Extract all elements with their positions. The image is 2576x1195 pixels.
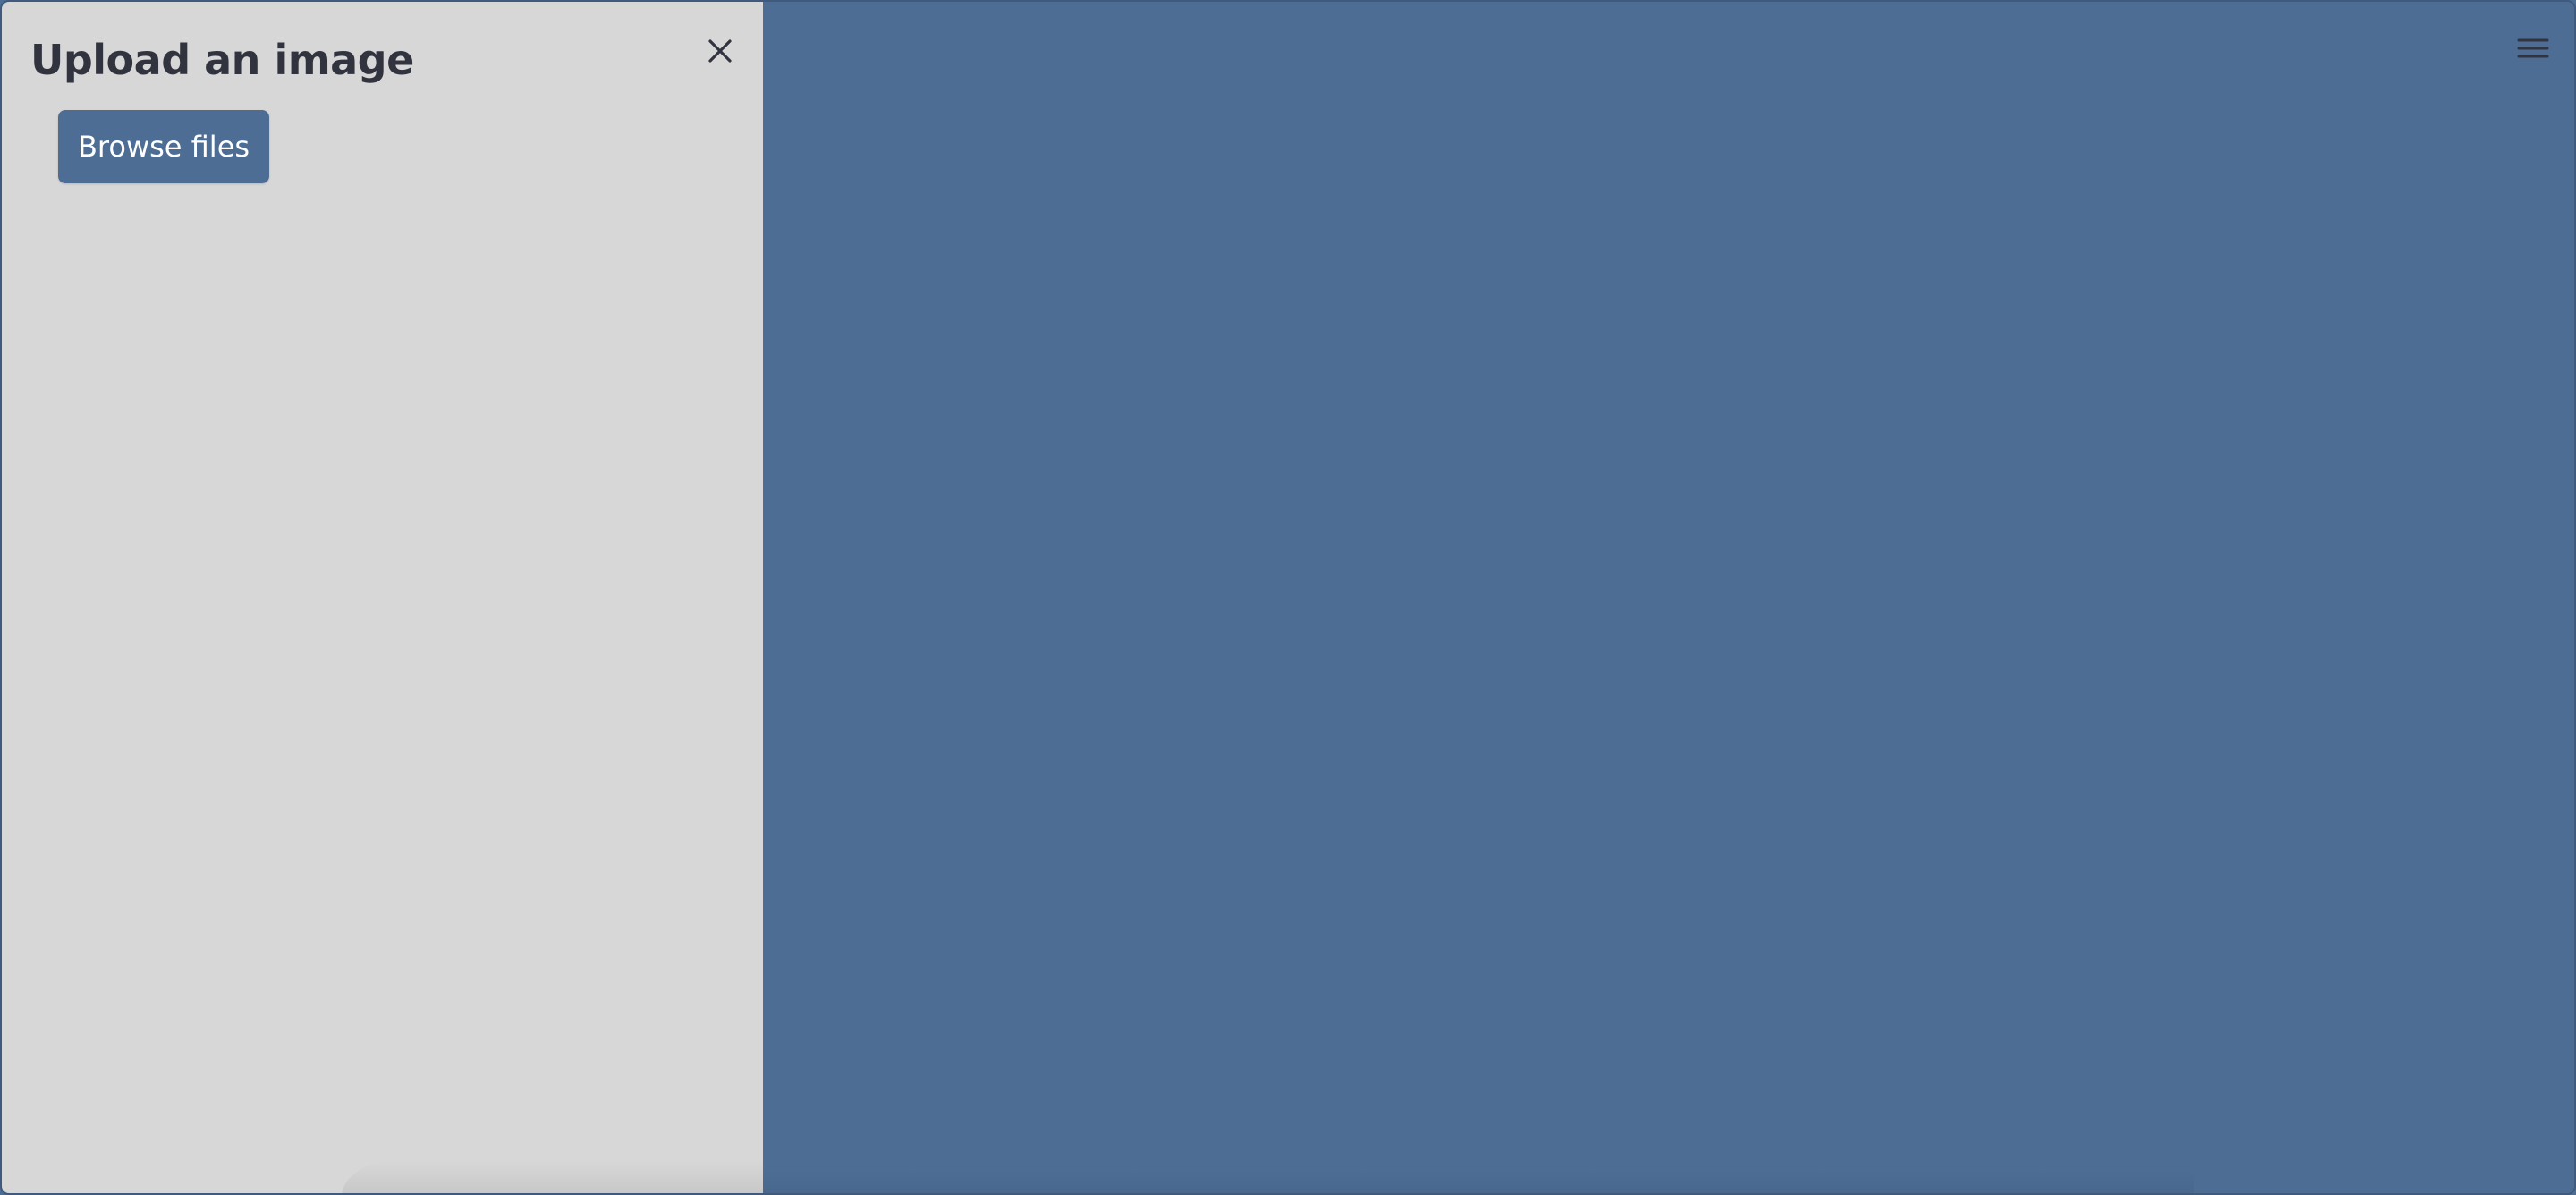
sidebar: Upload an image Browse files bbox=[2, 2, 763, 1193]
sidebar-title: Upload an image bbox=[30, 36, 414, 84]
close-sidebar-button[interactable] bbox=[699, 30, 741, 72]
app-window: Upload an image Browse files bbox=[0, 0, 2576, 1195]
hamburger-menu-icon bbox=[2517, 38, 2549, 58]
main-content-area bbox=[763, 2, 2574, 1193]
main-bottom-shadow bbox=[763, 1170, 2194, 1193]
close-icon bbox=[708, 39, 732, 63]
main-menu-button[interactable] bbox=[2512, 32, 2555, 64]
sidebar-bottom-shadow bbox=[342, 1161, 763, 1193]
browse-files-button[interactable]: Browse files bbox=[58, 110, 269, 183]
